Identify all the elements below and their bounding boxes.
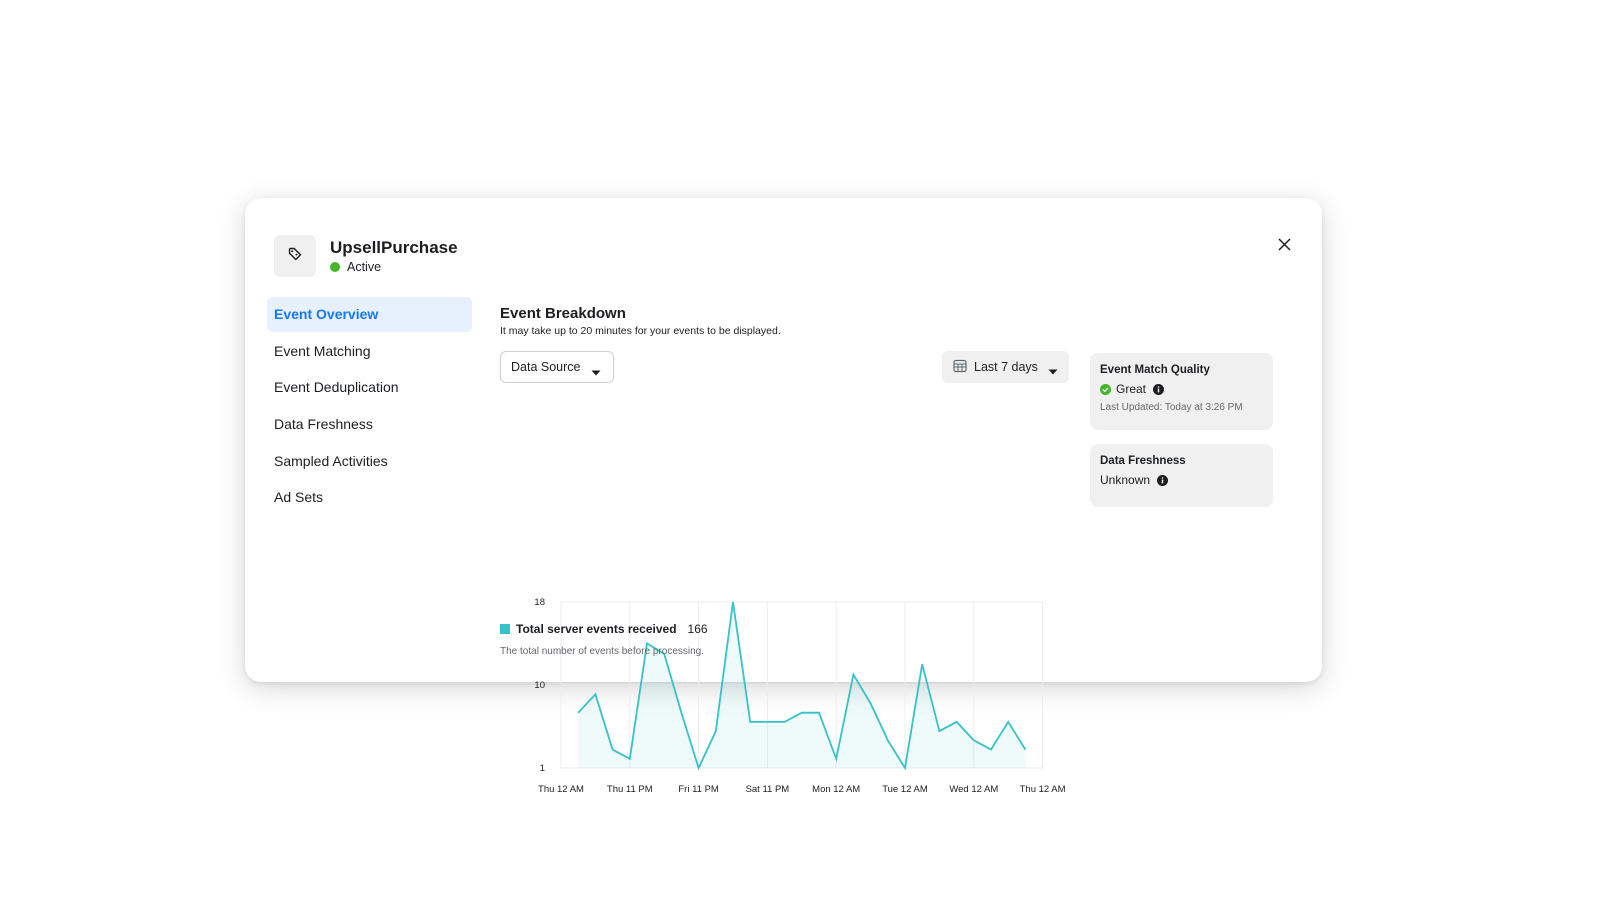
close-button[interactable] xyxy=(1272,232,1296,256)
x-tick-label: Thu 11 PM xyxy=(607,784,653,795)
x-tick-label: Mon 12 AM xyxy=(812,784,860,795)
date-range-dropdown[interactable]: Last 7 days xyxy=(942,351,1069,383)
status-indicator: Active xyxy=(330,260,458,274)
info-icon[interactable] xyxy=(1157,474,1169,486)
legend-description: The total number of events before proces… xyxy=(500,646,705,657)
sidebar-nav: Event Overview Event Matching Event Dedu… xyxy=(267,297,472,517)
event-header: UpsellPurchase Active xyxy=(274,235,458,277)
sidebar-item-sampled-activities[interactable]: Sampled Activities xyxy=(267,444,472,479)
sidebar-item-ad-sets[interactable]: Ad Sets xyxy=(267,480,472,515)
calendar-icon xyxy=(953,359,967,376)
event-match-quality-card: Event Match Quality Great Last Updated: … xyxy=(1090,353,1273,430)
data-source-dropdown[interactable]: Data Source xyxy=(500,351,614,383)
event-title: UpsellPurchase xyxy=(330,238,458,257)
status-dot-icon xyxy=(330,262,340,272)
legend-label: Total server events received xyxy=(516,622,677,636)
event-details-modal: UpsellPurchase Active Event Overview Eve… xyxy=(245,198,1322,795)
data-freshness-card: Data Freshness Unknown xyxy=(1090,444,1273,507)
x-tick-label: Sat 11 PM xyxy=(746,784,790,795)
x-tick-label: Thu 12 AM xyxy=(538,784,584,795)
x-tick-label: Fri 11 PM xyxy=(678,784,719,795)
close-icon xyxy=(1277,237,1291,251)
status-text: Active xyxy=(347,260,382,274)
x-tick-label: Thu 12 AM xyxy=(1020,784,1066,795)
sidebar-item-event-deduplication[interactable]: Event Deduplication xyxy=(267,370,472,405)
x-tick-label: Tue 12 AM xyxy=(882,784,928,795)
emq-value: Great xyxy=(1116,382,1147,396)
info-icon[interactable] xyxy=(1153,383,1165,395)
event-icon-box xyxy=(274,235,316,277)
tag-icon xyxy=(287,246,303,267)
emq-last-updated: Last Updated: Today at 3:26 PM xyxy=(1100,402,1243,413)
x-tick-label: Wed 12 AM xyxy=(949,784,998,795)
caret-down-icon xyxy=(591,365,601,379)
y-tick-label: 10 xyxy=(534,680,545,691)
date-range-label: Last 7 days xyxy=(974,360,1038,374)
emq-title: Event Match Quality xyxy=(1100,364,1210,376)
y-tick-label: 1 xyxy=(540,763,545,774)
legend-swatch xyxy=(500,624,510,634)
chart-legend: Total server events received 166 The tot… xyxy=(500,622,708,657)
legend-total-value: 166 xyxy=(687,622,708,636)
sidebar-item-event-matching[interactable]: Event Matching xyxy=(267,334,472,369)
freshness-value: Unknown xyxy=(1100,473,1151,487)
data-source-label: Data Source xyxy=(511,360,581,374)
section-title: Event Breakdown xyxy=(500,305,626,322)
caret-down-icon xyxy=(1048,364,1058,378)
event-breakdown-section: Event Breakdown It may take up to 20 min… xyxy=(500,305,1075,383)
y-tick-label: 18 xyxy=(534,597,545,608)
section-subtitle: It may take up to 20 minutes for your ev… xyxy=(500,325,781,337)
check-circle-icon xyxy=(1100,383,1111,395)
freshness-title: Data Freshness xyxy=(1100,455,1186,467)
sidebar-item-data-freshness[interactable]: Data Freshness xyxy=(267,407,472,442)
sidebar-item-event-overview[interactable]: Event Overview xyxy=(267,297,472,332)
